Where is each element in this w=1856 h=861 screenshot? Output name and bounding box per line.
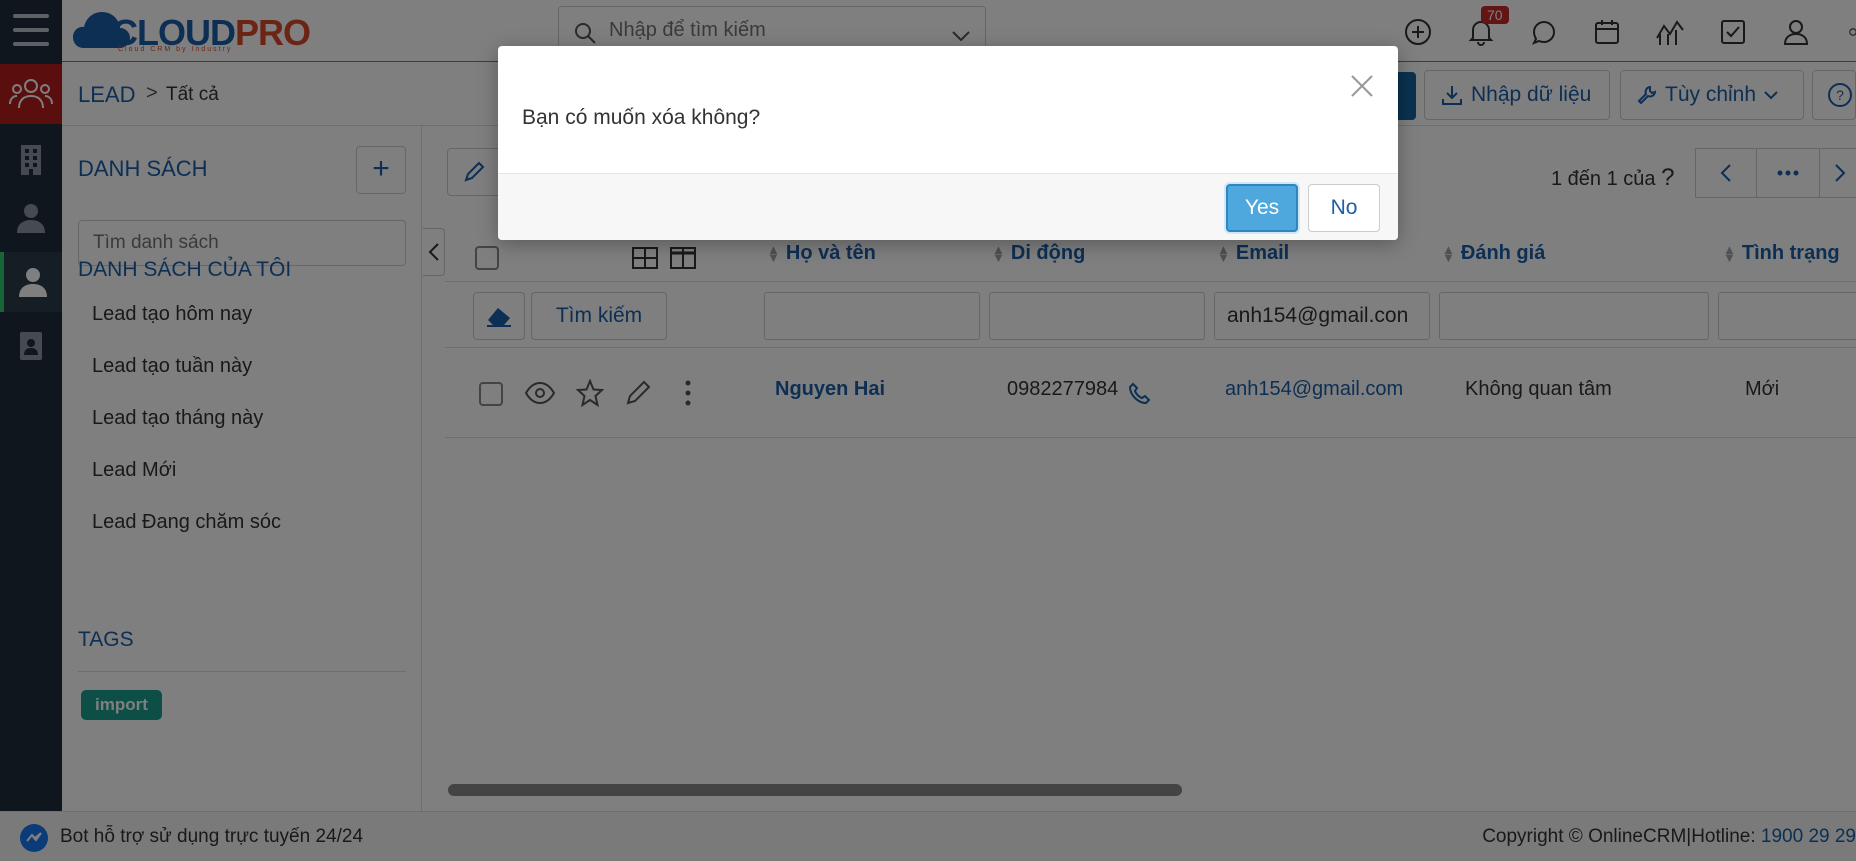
no-button[interactable]: No [1308, 184, 1380, 232]
yes-button[interactable]: Yes [1226, 184, 1298, 232]
close-icon[interactable] [1348, 72, 1376, 100]
dialog-message: Bạn có muốn xóa không? [522, 106, 761, 129]
dialog-footer: Yes No [498, 174, 1398, 240]
dialog-body: Bạn có muốn xóa không? [498, 46, 1398, 174]
delete-confirm-dialog: Bạn có muốn xóa không? Yes No [498, 46, 1398, 240]
